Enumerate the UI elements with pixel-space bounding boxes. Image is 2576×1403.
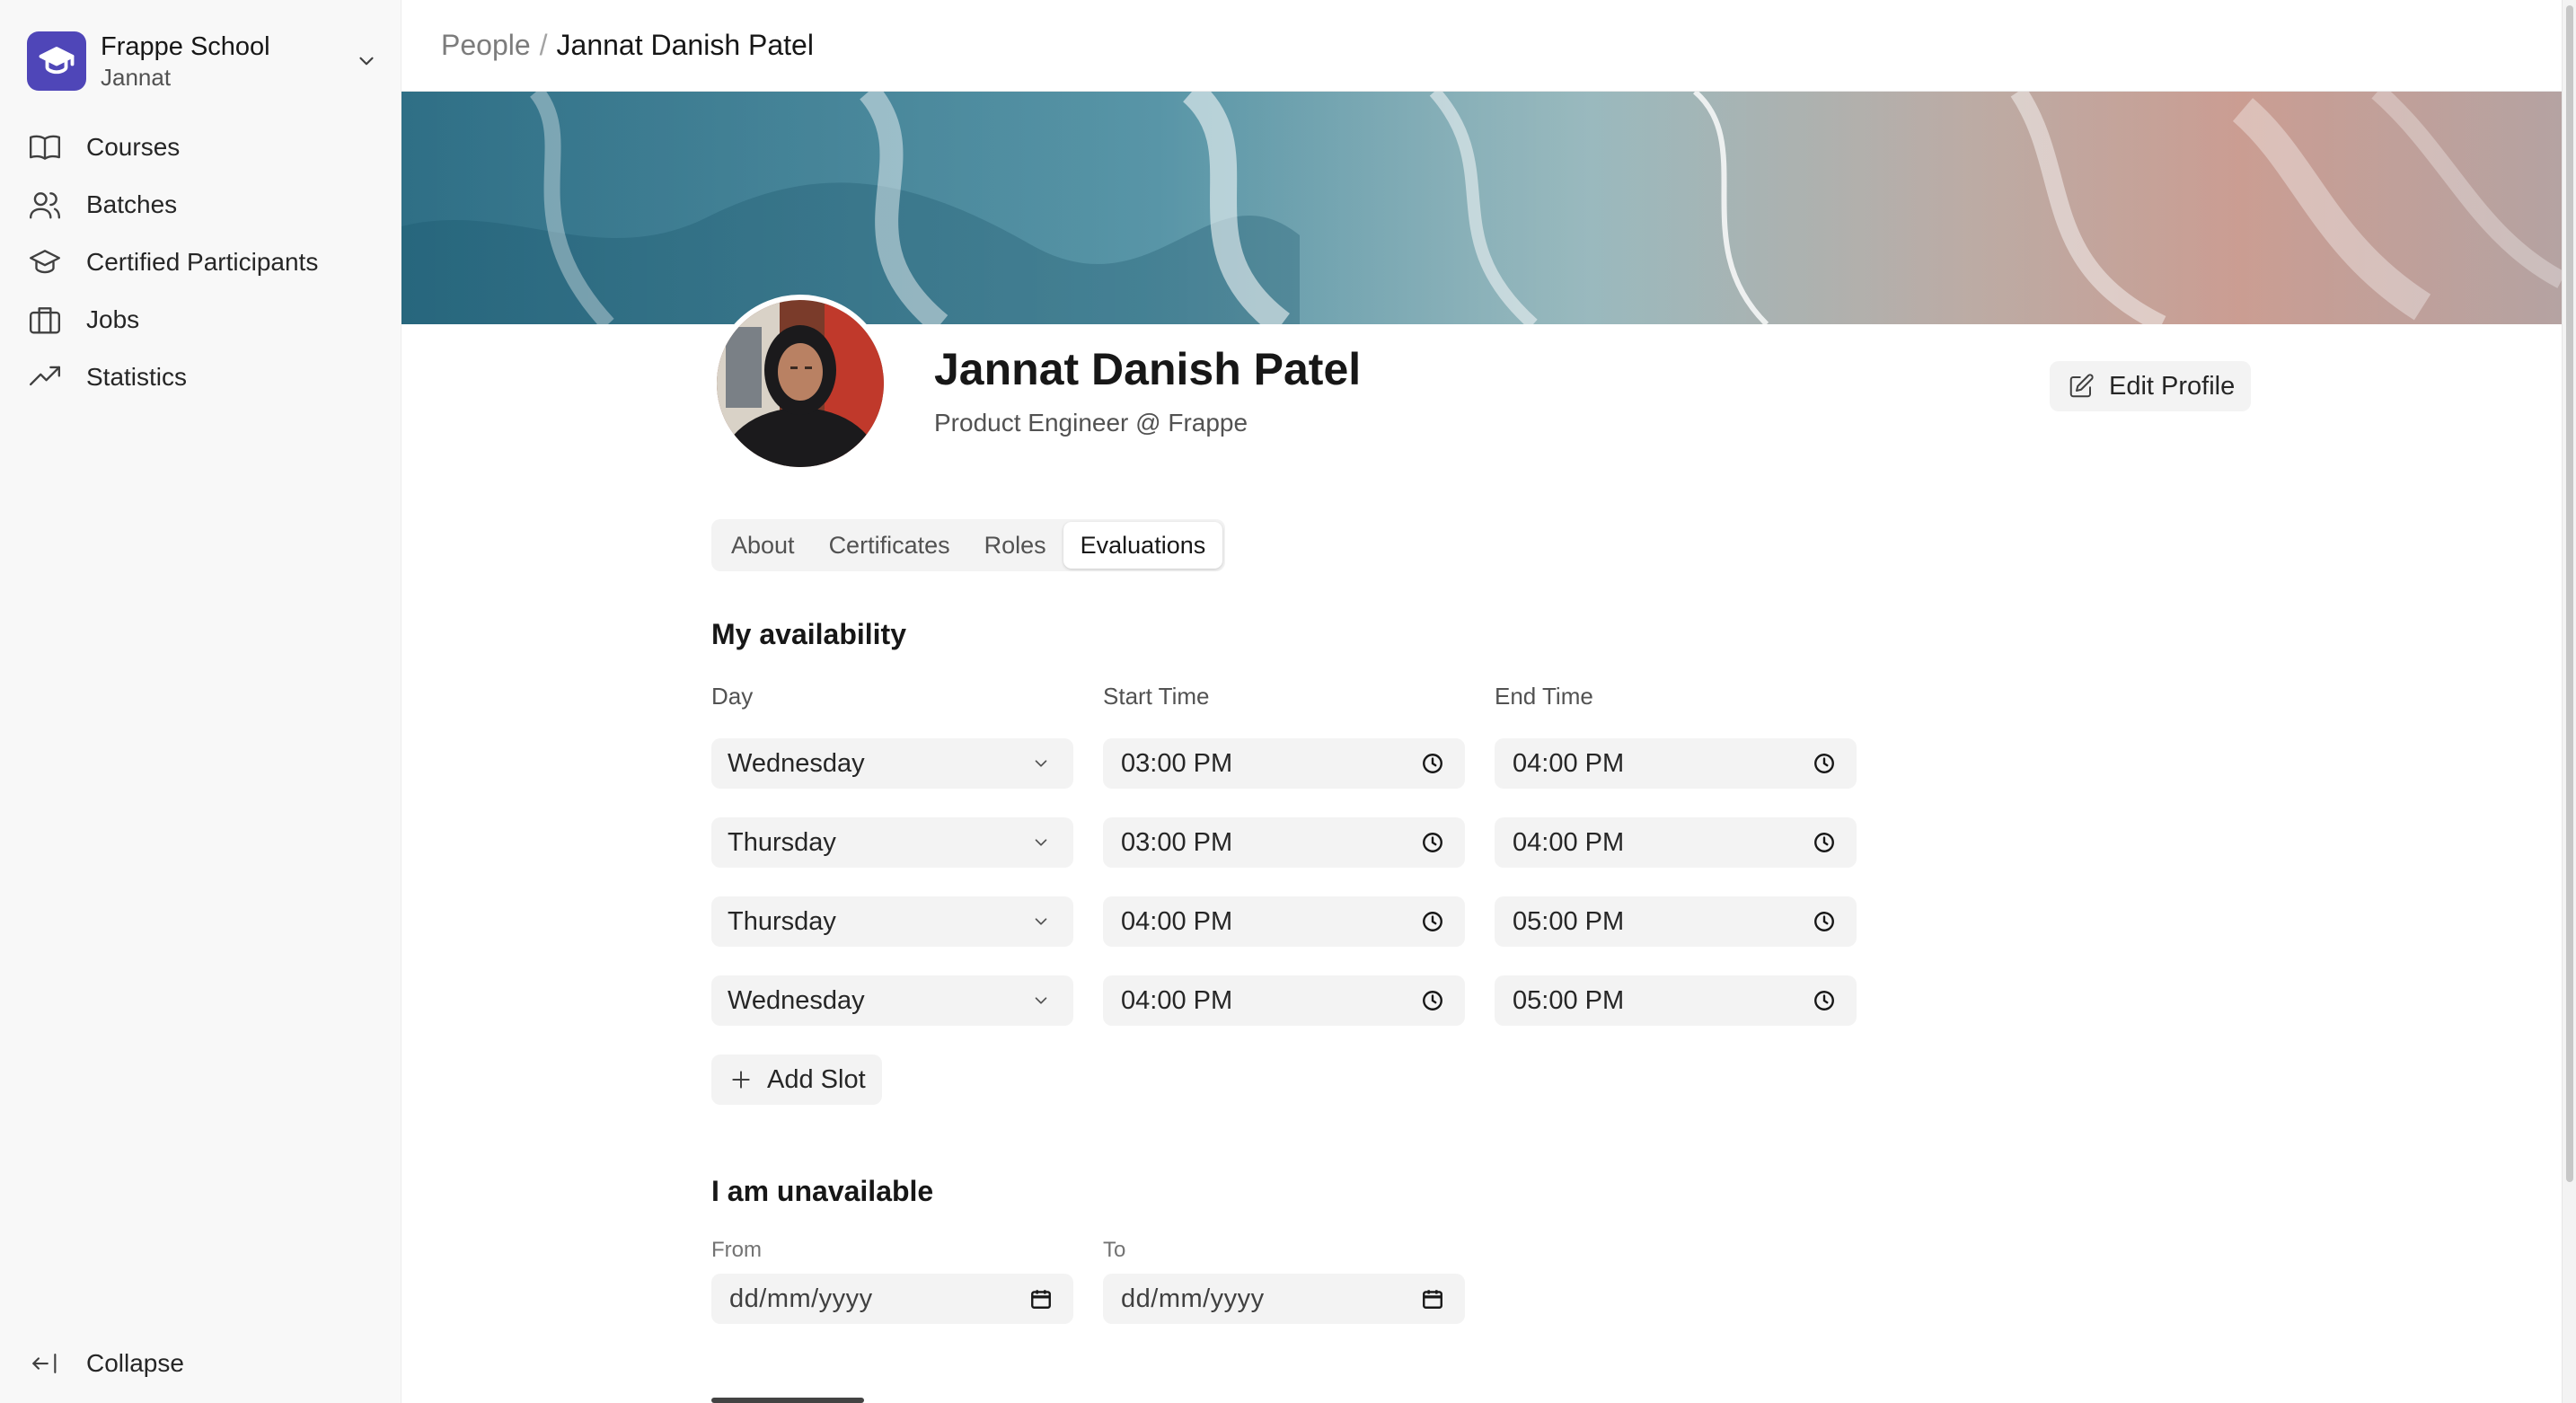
workspace-switcher[interactable]: Frappe School Jannat — [27, 29, 383, 93]
day-select[interactable]: Wednesday — [711, 975, 1073, 1026]
start-time-value: 03:00 PM — [1121, 748, 1233, 778]
unavailable-to-date-input[interactable]: dd/mm/yyyy — [1103, 1274, 1465, 1324]
collapse-icon — [27, 1346, 63, 1381]
edit-icon — [2066, 371, 2096, 401]
chevron-down-icon — [1027, 749, 1055, 778]
scrollbar-thumb[interactable] — [2566, 5, 2573, 1182]
users-icon — [27, 187, 63, 223]
calendar-icon[interactable] — [1418, 1284, 1447, 1313]
next-section-title-clipped — [711, 1390, 873, 1403]
sidebar-item-statistics[interactable]: Statistics — [27, 349, 383, 406]
day-select-value: Wednesday — [728, 748, 865, 778]
end-time-value: 05:00 PM — [1513, 906, 1625, 936]
availability-title: My availability — [711, 618, 906, 650]
sidebar: Frappe School Jannat Courses Batches Cer… — [0, 0, 401, 1403]
collapse-label: Collapse — [86, 1349, 184, 1377]
tab-certificates[interactable]: Certificates — [812, 522, 967, 569]
end-time-input[interactable]: 04:00 PM — [1495, 817, 1857, 868]
collapse-button[interactable]: Collapse — [27, 1335, 184, 1392]
calendar-icon[interactable] — [1027, 1284, 1055, 1313]
from-label: From — [711, 1238, 762, 1262]
sidebar-item-label: Courses — [86, 133, 181, 161]
add-slot-label: Add Slot — [767, 1064, 866, 1094]
end-time-input[interactable]: 05:00 PM — [1495, 975, 1857, 1026]
to-date-value: dd/mm/yyyy — [1121, 1284, 1265, 1313]
graduation-cap-icon — [27, 244, 63, 280]
profile-tabs: About Certificates Roles Evaluations — [711, 519, 1226, 571]
plus-icon — [728, 1066, 754, 1093]
breadcrumb: People / Jannat Danish Patel — [401, 0, 2562, 92]
add-slot-button[interactable]: Add Slot — [711, 1054, 882, 1105]
end-time-input[interactable]: 05:00 PM — [1495, 896, 1857, 947]
start-time-column-label: Start Time — [1103, 683, 1210, 710]
day-select-value: Thursday — [728, 906, 836, 936]
day-column-label: Day — [711, 683, 754, 710]
clock-icon[interactable] — [1418, 986, 1447, 1015]
start-time-value: 04:00 PM — [1121, 906, 1233, 936]
sidebar-item-label: Statistics — [86, 363, 188, 391]
tab-about[interactable]: About — [714, 522, 812, 569]
page-scrollbar[interactable] — [2562, 0, 2576, 1403]
end-time-value: 04:00 PM — [1513, 748, 1625, 778]
clock-icon[interactable] — [1418, 828, 1447, 857]
day-select[interactable]: Thursday — [711, 896, 1073, 947]
from-date-value: dd/mm/yyyy — [729, 1284, 873, 1313]
brand-name: Frappe School — [101, 32, 270, 61]
start-time-value: 04:00 PM — [1121, 985, 1233, 1015]
start-time-input[interactable]: 03:00 PM — [1103, 738, 1465, 789]
clock-icon[interactable] — [1810, 749, 1839, 778]
end-time-value: 05:00 PM — [1513, 985, 1625, 1015]
clock-icon[interactable] — [1418, 749, 1447, 778]
unavailable-title: I am unavailable — [711, 1175, 934, 1207]
start-time-input[interactable]: 03:00 PM — [1103, 817, 1465, 868]
book-icon — [27, 129, 63, 165]
end-time-value: 04:00 PM — [1513, 827, 1625, 857]
chevron-down-icon — [1027, 828, 1055, 857]
chevron-down-icon[interactable] — [350, 45, 383, 77]
unavailable-from-date-input[interactable]: dd/mm/yyyy — [711, 1274, 1073, 1324]
to-label: To — [1103, 1238, 1126, 1262]
day-select-value: Thursday — [728, 827, 836, 857]
breadcrumb-people-link[interactable]: People — [441, 29, 531, 62]
brand-logo — [27, 31, 86, 91]
day-select-value: Wednesday — [728, 985, 865, 1015]
sidebar-item-batches[interactable]: Batches — [27, 176, 383, 234]
trending-up-icon — [27, 359, 63, 395]
brand-user: Jannat — [101, 64, 172, 91]
edit-profile-label: Edit Profile — [2109, 371, 2236, 401]
breadcrumb-separator: / — [539, 29, 548, 61]
sidebar-item-label: Certified Participants — [86, 248, 319, 276]
breadcrumb-current: Jannat Danish Patel — [556, 29, 814, 61]
edit-profile-button[interactable]: Edit Profile — [2050, 361, 2252, 411]
profile-cover-image — [401, 92, 2562, 324]
day-select[interactable]: Thursday — [711, 817, 1073, 868]
start-time-value: 03:00 PM — [1121, 827, 1233, 857]
clock-icon[interactable] — [1418, 907, 1447, 936]
clock-icon[interactable] — [1810, 986, 1839, 1015]
day-select[interactable]: Wednesday — [711, 738, 1073, 789]
sidebar-item-certified-participants[interactable]: Certified Participants — [27, 234, 383, 291]
start-time-input[interactable]: 04:00 PM — [1103, 896, 1465, 947]
chevron-down-icon — [1027, 986, 1055, 1015]
clock-icon[interactable] — [1810, 828, 1839, 857]
profile-name: Jannat Danish Patel — [934, 344, 1362, 394]
briefcase-icon — [27, 302, 63, 338]
sidebar-item-label: Batches — [86, 190, 178, 218]
chevron-down-icon — [1027, 907, 1055, 936]
tab-roles[interactable]: Roles — [967, 522, 1063, 569]
profile-avatar — [711, 295, 889, 472]
end-time-input[interactable]: 04:00 PM — [1495, 738, 1857, 789]
sidebar-item-label: Jobs — [86, 305, 140, 333]
sidebar-item-courses[interactable]: Courses — [27, 119, 383, 176]
sidebar-item-jobs[interactable]: Jobs — [27, 291, 383, 349]
profile-headline: Product Engineer @ Frappe — [934, 409, 1248, 437]
tab-evaluations[interactable]: Evaluations — [1063, 522, 1223, 569]
start-time-input[interactable]: 04:00 PM — [1103, 975, 1465, 1026]
end-time-column-label: End Time — [1495, 683, 1593, 710]
sidebar-nav: Courses Batches Certified Participants J… — [27, 119, 383, 406]
clock-icon[interactable] — [1810, 907, 1839, 936]
